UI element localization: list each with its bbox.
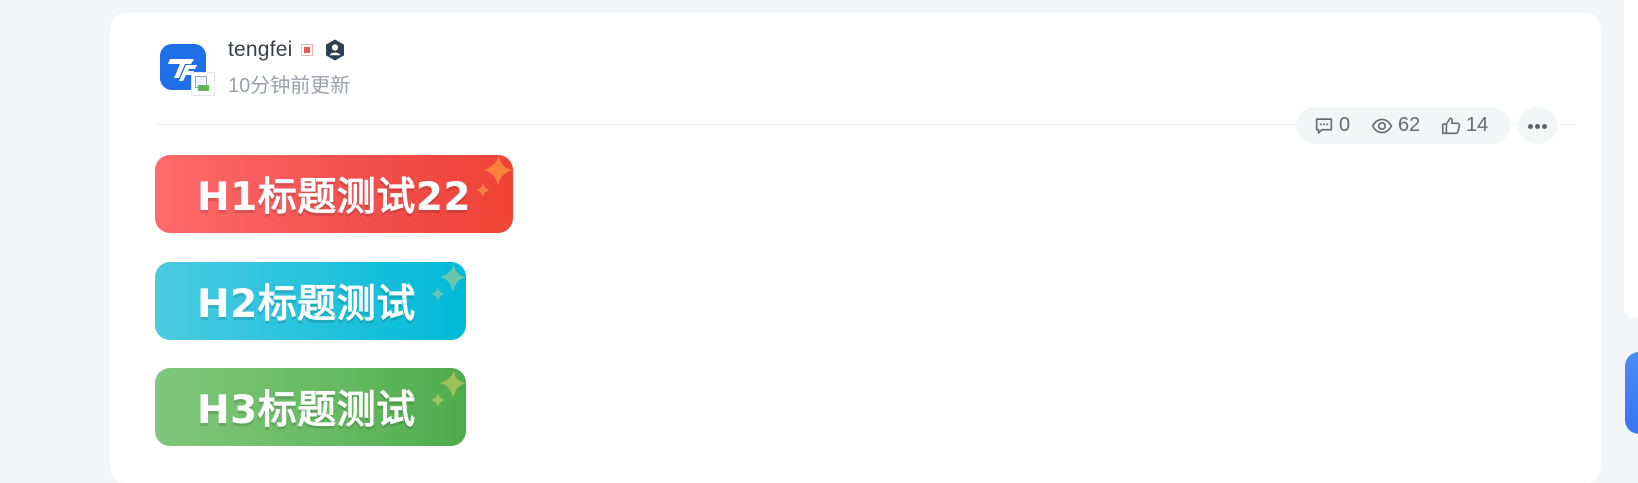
h3-heading-text: H3标题测试 xyxy=(197,388,416,433)
h1-heading-badge: H1标题测试22 xyxy=(155,155,513,233)
side-panel-edge xyxy=(1624,0,1638,318)
thumbs-up-icon xyxy=(1441,116,1461,134)
more-options-button[interactable] xyxy=(1518,107,1557,144)
author-name[interactable]: tengfei xyxy=(228,38,292,62)
level-badge-icon xyxy=(301,44,313,56)
verified-user-icon xyxy=(326,39,344,61)
sparkle-icon xyxy=(431,370,466,407)
like-count: 14 xyxy=(1466,114,1489,136)
view-count: 62 xyxy=(1398,114,1421,136)
eye-icon xyxy=(1371,118,1393,133)
like-stat[interactable]: 14 xyxy=(1440,107,1488,144)
view-stat: 62 xyxy=(1370,107,1420,144)
avatar-image-icon xyxy=(191,72,215,96)
h2-heading-text: H2标题测试 xyxy=(197,282,416,327)
more-horizontal-icon xyxy=(1528,124,1533,129)
sparkle-icon xyxy=(431,264,466,301)
sparkle-icon xyxy=(476,155,513,197)
h2-heading-badge: H2标题测试 xyxy=(155,262,466,340)
comment-count: 0 xyxy=(1339,114,1351,136)
floating-side-tab[interactable] xyxy=(1625,352,1638,434)
updated-time: 10分钟前更新 xyxy=(228,75,351,97)
h1-heading-text: H1标题测试22 xyxy=(197,175,472,220)
comment-icon xyxy=(1315,117,1333,134)
h3-heading-badge: H3标题测试 xyxy=(155,368,466,446)
post-stats-bar: 0 62 14 xyxy=(1296,107,1510,144)
comment-stat[interactable]: 0 xyxy=(1313,107,1350,144)
